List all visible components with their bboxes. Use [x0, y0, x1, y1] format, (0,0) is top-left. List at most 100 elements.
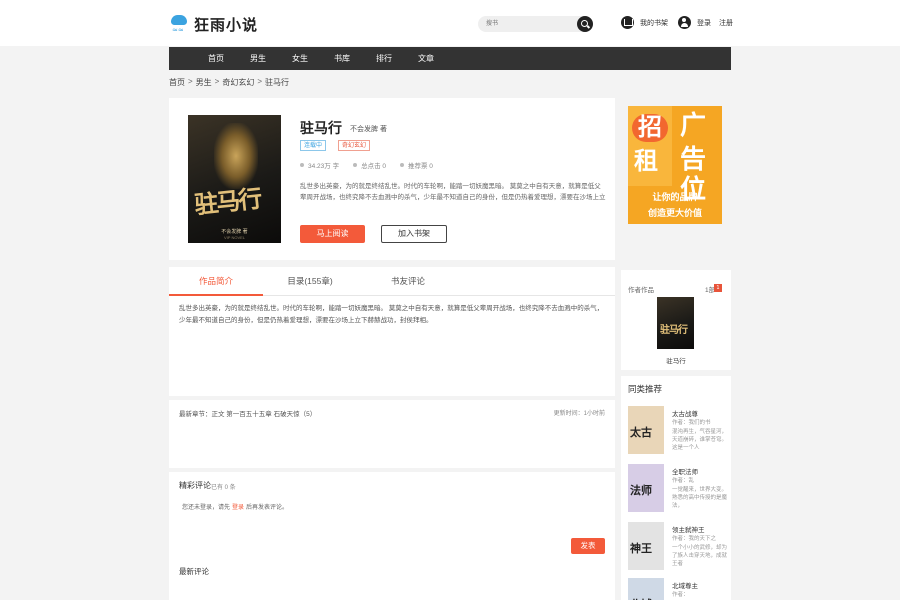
breadcrumb-genre[interactable]: 奇幻玄幻 — [222, 77, 254, 88]
bookshelf-icon — [621, 16, 634, 29]
login-tip: 您还未登录，请先 登录 后再发表评论。 — [182, 502, 288, 511]
recommend-cover[interactable]: 太古 — [628, 406, 664, 454]
cloud-rain-icon: ≈≈ — [170, 13, 188, 35]
author-work-name[interactable]: 驻马行 — [621, 355, 731, 365]
tab-catalog[interactable]: 目录(155章) — [263, 267, 357, 296]
bookshelf-label: 我的书架 — [640, 19, 668, 27]
list-item[interactable]: 太古 太古战尊 作者：我们的书 混沌再生，气吞星河，天道崩碎，谁掌苍穹。这是一个… — [628, 406, 728, 456]
cover-text: 太古 — [630, 426, 652, 439]
site-logo[interactable]: ≈≈ 狂雨小说 — [170, 12, 258, 36]
user-area: 登录 注册 — [678, 16, 733, 29]
comments-panel: 精彩评论 已有 0 条 您还未登录，请先 登录 后再发表评论。 发表 最新评论 — [169, 472, 615, 600]
search-icon[interactable] — [577, 16, 593, 32]
recommend-author: 作者：乱 — [672, 478, 695, 484]
similar-recommend-box: 同类推荐 太古 太古战尊 作者：我们的书 混沌再生，气吞星河，天道崩碎，谁掌苍穹… — [621, 376, 731, 600]
tab-intro[interactable]: 作品简介 — [169, 267, 263, 296]
recommend-desc: 一个小小的武修，却为了族人击穿天地，成就王者 — [672, 545, 728, 567]
recommend-desc: 混沌再生，气吞星河，天道崩碎，谁掌苍穹。这是一个人 — [672, 429, 728, 451]
tab-bar: 作品简介 目录(155章) 书友评论 — [169, 267, 615, 296]
author-works-title: 作者作品 — [628, 287, 654, 294]
recommend-desc: 一觉醒来，世界大变。熟悉的高中传授的是魔法， — [672, 487, 728, 509]
cover-text: 法师 — [630, 484, 652, 497]
register-link[interactable]: 注册 — [719, 18, 733, 28]
list-item[interactable]: 法师 全职法师 作者：乱 一觉醒来，世界大变。熟悉的高中传授的是魔法， — [628, 464, 728, 514]
tip-text: 后再发表评论。 — [246, 505, 289, 511]
recommend-cover[interactable]: 神王 — [628, 522, 664, 570]
nav-articles[interactable]: 文章 — [405, 47, 447, 70]
recommend-title: 同类推荐 — [628, 384, 663, 394]
recommend-author: 作者： — [672, 592, 689, 598]
book-author[interactable]: 不会发脾 著 — [350, 124, 387, 134]
dot-icon — [400, 163, 404, 167]
nav-ranking[interactable]: 排行 — [363, 47, 405, 70]
breadcrumb: 首页 > 男生 > 奇幻玄幻 > 驻马行 — [169, 77, 289, 88]
mini-cover-title: 驻马行 — [660, 325, 688, 336]
add-to-shelf-button[interactable]: 加入书架 — [381, 225, 447, 243]
recommend-author: 作者：我的天下之 — [672, 536, 717, 542]
book-info-panel: 驻马行 不会发脾 著 VIP NOVEL 驻马行 不会发脾 著 连载中 奇幻玄幻… — [169, 98, 615, 260]
works-count-badge: 1 — [714, 284, 722, 292]
recommend-name[interactable]: 全职法师 — [672, 466, 698, 476]
dot-icon — [300, 163, 304, 167]
site-name: 狂雨小说 — [194, 16, 259, 34]
breadcrumb-separator: > — [188, 77, 193, 86]
comments-title: 精彩评论 — [179, 481, 211, 490]
ad-text: 招 — [632, 114, 668, 142]
list-item[interactable]: 北域 北域尊主 作者： — [628, 578, 728, 600]
list-item[interactable]: 神王 领主弑神王 作者：我的天下之 一个小小的武修，却为了族人击穿天地，成就王者 — [628, 522, 728, 572]
ad-text: 租 — [634, 148, 658, 175]
cover-text: 北域 — [630, 596, 652, 600]
ad-slogan: 创造更大价值 — [647, 208, 702, 218]
book-cover[interactable]: 驻马行 不会发脾 著 VIP NOVEL — [188, 115, 281, 243]
breadcrumb-separator: > — [257, 77, 263, 86]
tab-comments[interactable]: 书友评论 — [361, 267, 455, 296]
breadcrumb-separator: > — [214, 77, 220, 86]
recommend-cover[interactable]: 法师 — [628, 464, 664, 512]
book-intro-full: 乱世多出英豪，为的就是终结乱世。时代的车轮啊，能踏一切妖魔黑暗。 莫莫之中自有天… — [179, 305, 604, 324]
search-input[interactable] — [486, 18, 568, 30]
latest-comments-title: 最新评论 — [179, 567, 209, 576]
breadcrumb-home[interactable]: 首页 — [169, 77, 185, 88]
recommend-name[interactable]: 领主弑神王 — [672, 524, 705, 534]
word-count: 34.23万 字 — [300, 160, 339, 170]
recommend-author: 作者：我们的书 — [672, 420, 711, 426]
top-header: ≈≈ 狂雨小说 我的书架 登录 注册 — [0, 0, 900, 46]
user-icon — [678, 16, 691, 29]
nav-male[interactable]: 男生 — [237, 47, 279, 70]
latest-chapter-link[interactable]: 最新章节：正文 第一百五十五章 石破天惊（5） — [179, 408, 316, 418]
login-link[interactable]: 登录 — [697, 18, 711, 28]
author-work-cover[interactable]: 驻马行 — [657, 297, 694, 349]
genre-badge[interactable]: 奇幻玄幻 — [338, 140, 371, 151]
recommend-count: 推荐票 0 — [400, 160, 433, 170]
ad-slogan: 让你的品牌 — [652, 192, 698, 202]
cover-author: 不会发脾 著 — [221, 229, 248, 235]
main-nav: 首页 男生 女生 书库 排行 文章 — [169, 47, 731, 70]
dot-icon — [353, 163, 358, 167]
recommend-name[interactable]: 北域尊主 — [672, 580, 698, 590]
recommend-cover[interactable]: 北域 — [628, 578, 664, 600]
my-bookshelf-link[interactable]: 我的书架 — [621, 16, 668, 29]
recommend-name[interactable]: 太古战尊 — [672, 408, 698, 418]
nav-library[interactable]: 书库 — [321, 47, 363, 70]
click-count: 总点击 0 — [353, 160, 386, 170]
nav-home[interactable]: 首页 — [195, 47, 237, 70]
book-tabs-panel: 作品简介 目录(155章) 书友评论 乱世多出英豪，为的就是终结乱世。时代的车轮… — [169, 267, 615, 396]
cover-subtitle: VIP NOVEL — [223, 235, 246, 240]
cover-text: 神王 — [630, 542, 652, 555]
ad-banner[interactable]: 招 租 广 告位 让你的品牌 创造更大价值 — [628, 106, 722, 224]
nav-female[interactable]: 女生 — [279, 47, 321, 70]
tip-login-link[interactable]: 登录 — [232, 502, 244, 511]
ad-text: 广 — [680, 110, 707, 140]
book-intro-short: 乱世多出英豪，为的就是终结乱世。时代的车轮啊，能踏一切妖魔黑暗。 莫莫之中自有天… — [300, 183, 606, 201]
cover-title: 驻马行 — [192, 183, 262, 220]
search-box — [478, 16, 593, 32]
update-time: 更新时间：1小时前 — [553, 411, 605, 417]
post-comment-button[interactable]: 发表 — [571, 538, 605, 554]
read-now-button[interactable]: 马上阅读 — [300, 225, 365, 243]
comments-count: 已有 0 条 — [211, 485, 236, 491]
status-badge: 连载中 — [300, 140, 327, 151]
book-title: 驻马行 — [300, 120, 342, 136]
latest-chapter-panel: 最新章节：正文 第一百五十五章 石破天惊（5） 更新时间：1小时前 — [169, 400, 615, 468]
breadcrumb-male[interactable]: 男生 — [196, 77, 212, 88]
tip-text: 您还未登录，请先 — [182, 505, 231, 511]
